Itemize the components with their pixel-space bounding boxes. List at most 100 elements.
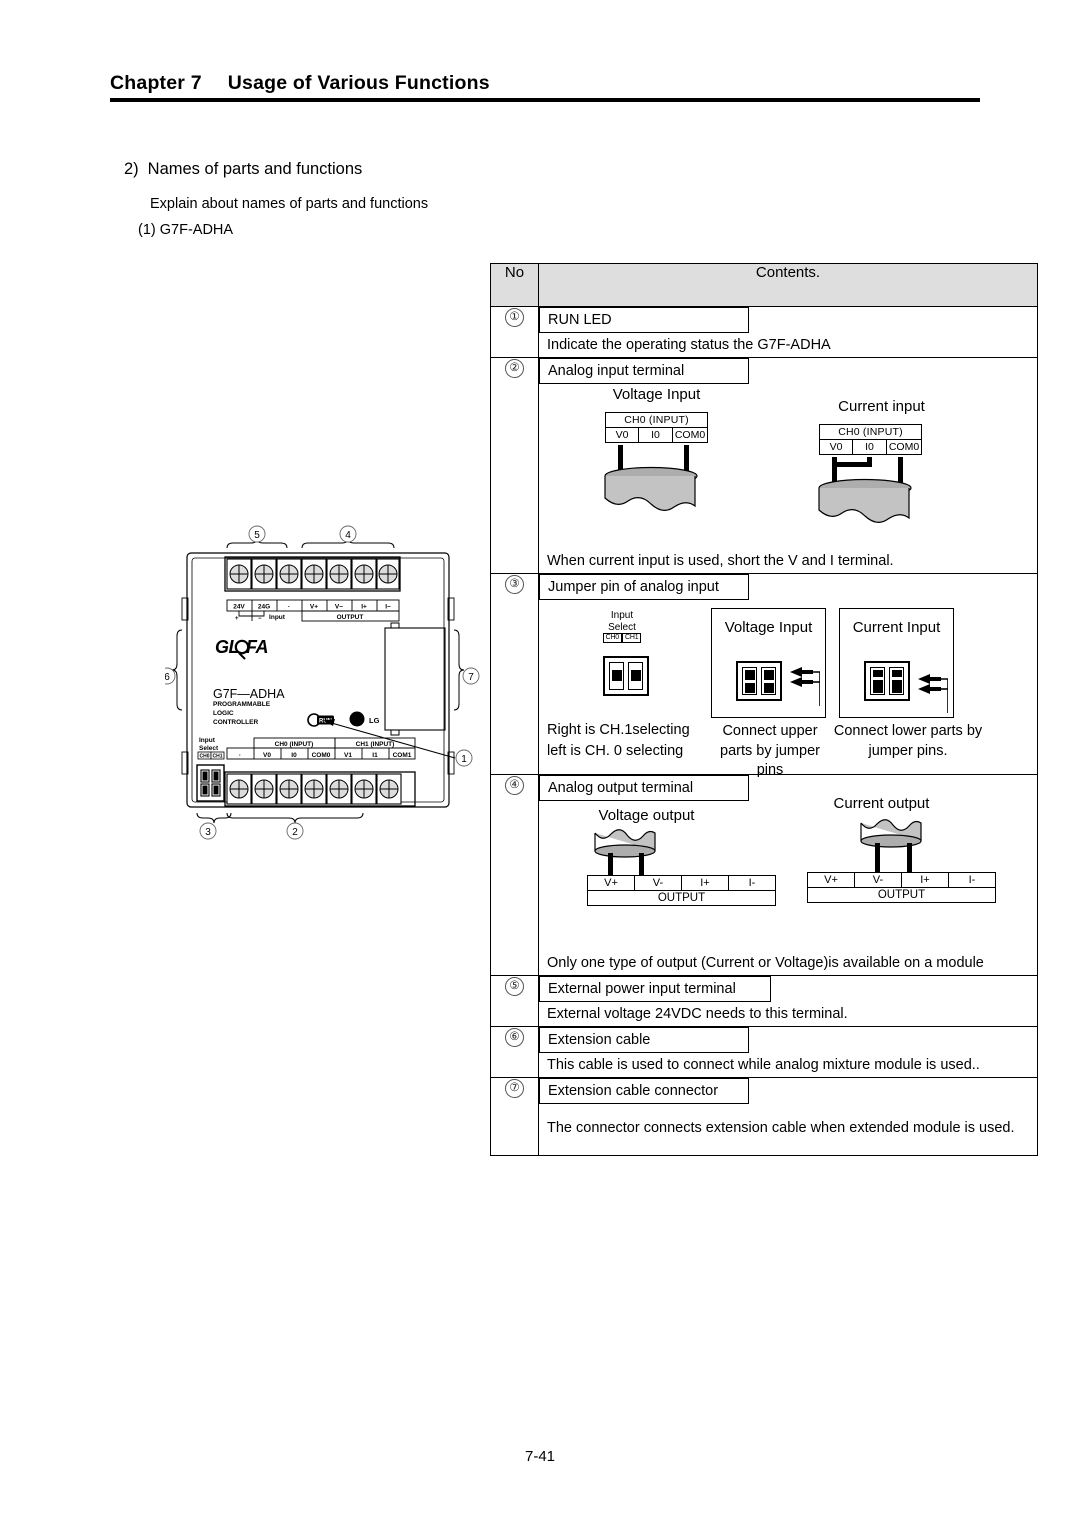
- output-cell-iminus: I-: [968, 874, 976, 886]
- output-cell-vminus: V-: [635, 876, 682, 890]
- terminal-block-voltage: CH0 (INPUT) V0 I0 COM0: [605, 412, 708, 443]
- row-number-7: ⑦: [490, 1077, 539, 1156]
- jumper-block-current: [864, 661, 910, 701]
- svg-text:I−: I−: [385, 604, 391, 611]
- header-no: No: [490, 263, 539, 307]
- section-number: 2): [124, 160, 139, 178]
- output-label: OUTPUT: [657, 892, 706, 904]
- svg-text:I1: I1: [372, 752, 378, 759]
- wire-iminus: [907, 843, 912, 875]
- row-title: Extension cable: [539, 1027, 749, 1053]
- jumper-pin: [742, 667, 757, 695]
- desc-mid-line1: Connect upper: [722, 723, 818, 739]
- desc-left-line1: Right is CH.1selecting: [547, 722, 690, 738]
- jumper-pin: [870, 667, 885, 695]
- row-title: External power input terminal: [539, 976, 771, 1002]
- terminal-cell-i0: I0: [639, 428, 673, 442]
- svg-text:V−: V−: [335, 604, 343, 611]
- svg-text:4: 4: [345, 530, 351, 541]
- terminal-cell-v0: V0: [606, 428, 639, 442]
- svg-text:24G: 24G: [258, 604, 270, 611]
- row-desc: Only one type of output (Current or Volt…: [547, 955, 984, 971]
- row-desc: When current input is used, short the V …: [547, 553, 894, 569]
- svg-text:PROGRAMMABLE: PROGRAMMABLE: [213, 701, 271, 708]
- row-number-3: ③: [490, 573, 539, 775]
- svg-text:·: ·: [288, 604, 290, 611]
- svg-text:·: ·: [239, 752, 241, 759]
- page-number: 7-41: [524, 1448, 556, 1465]
- jumper-block-select: [603, 656, 649, 696]
- row-number-6: ⑥: [490, 1026, 539, 1078]
- jumper-pin: [609, 662, 624, 690]
- circled-number: ②: [505, 359, 524, 378]
- row-content-5: External power input terminal External v…: [538, 975, 1038, 1027]
- desc-right-line2: jumper pins.: [868, 742, 948, 759]
- svg-text:6: 6: [165, 672, 170, 683]
- row-number-2: ②: [490, 357, 539, 574]
- output-cell-iplus: I+: [682, 876, 729, 890]
- parts-functions-table: No Contents. ① RUN LED Indicate the oper…: [490, 263, 1038, 1156]
- row-desc: The connector connects extension cable w…: [547, 1120, 1015, 1136]
- wire-iplus: [875, 843, 880, 875]
- circled-number: ⑥: [505, 1028, 524, 1047]
- svg-text:FA: FA: [246, 637, 268, 657]
- row-content-1: RUN LED Indicate the operating status th…: [538, 306, 1038, 358]
- voltage-input-box: Voltage Input: [711, 608, 826, 718]
- svg-text:7: 7: [468, 672, 474, 683]
- row-title: Extension cable connector: [539, 1078, 749, 1104]
- row-desc: External voltage 24VDC needs to this ter…: [547, 1006, 848, 1022]
- current-input-box: Current Input: [839, 608, 954, 718]
- jumper-arrows-voltage: [790, 667, 820, 706]
- jumper-pin: [889, 667, 904, 695]
- header-contents: Contents.: [538, 263, 1038, 307]
- row-title: Analog input terminal: [539, 358, 749, 384]
- output-cell-vplus: V+: [808, 873, 855, 887]
- row-number-4: ④: [490, 774, 539, 976]
- page-footer: 7-41: [0, 1448, 1080, 1465]
- svg-text:OUTPUT: OUTPUT: [337, 614, 364, 621]
- desc-mid-line3: pins: [756, 762, 784, 779]
- row-title: Jumper pin of analog input: [539, 574, 749, 600]
- row-desc: Indicate the operating status the G7F-AD…: [547, 337, 831, 353]
- circled-number: ①: [505, 308, 524, 327]
- caption-current-input: Current input: [838, 398, 925, 415]
- row-content-2: Analog input terminal Voltage Input CH0 …: [538, 357, 1038, 574]
- sensor-body-voltage: [604, 466, 698, 511]
- svg-text:1: 1: [461, 754, 467, 765]
- circled-number: ⑤: [505, 977, 524, 996]
- svg-text:COM1: COM1: [393, 752, 412, 759]
- terminal-cell-com0: COM0: [888, 441, 920, 453]
- module-illustration: 24V 24G · V+ V− I+ I− OUTPUT Input + − GL FA G…: [165, 520, 505, 865]
- input-select-line1: Input: [610, 610, 634, 621]
- row-content-4: Analog output terminal Voltage output V+…: [538, 774, 1038, 976]
- svg-text:5: 5: [254, 530, 260, 541]
- row-number-5: ⑤: [490, 975, 539, 1027]
- svg-text:3: 3: [205, 827, 211, 838]
- svg-text:−: −: [258, 616, 262, 622]
- output-cell-vplus: V+: [588, 876, 635, 890]
- terminal-cell-com0: COM0: [674, 429, 706, 441]
- desc-right-line1: Connect lower parts by: [833, 723, 983, 739]
- svg-text:LOGIC: LOGIC: [213, 710, 234, 717]
- svg-text:CH0 (INPUT): CH0 (INPUT): [275, 741, 314, 748]
- short-link-right: [867, 457, 872, 465]
- box-label-voltage: Voltage Input: [724, 619, 813, 636]
- terminal-header: CH0 (INPUT): [606, 413, 707, 428]
- svg-text:I+: I+: [361, 604, 367, 611]
- svg-text:I0: I0: [291, 752, 297, 759]
- svg-text:Select: Select: [199, 745, 219, 752]
- row-content-6: Extension cable This cable is used to co…: [538, 1026, 1038, 1078]
- sensor-body-voltage-out: [594, 829, 656, 858]
- output-terminal-current: V+ V- I+ I- OUTPUT: [807, 872, 996, 903]
- svg-text:LG: LG: [369, 716, 380, 725]
- desc-left-line2: left is CH. 0 selecting: [547, 743, 684, 759]
- circled-number: ④: [505, 776, 524, 795]
- svg-text:V1: V1: [344, 752, 352, 759]
- table-row: ② Analog input terminal Voltage Input CH…: [490, 357, 1038, 574]
- select-ch0-label: CH0: [602, 633, 622, 644]
- caption-current-output: Current output: [833, 795, 930, 812]
- header-rule: [110, 98, 980, 102]
- table-row: ⑥ Extension cable This cable is used to …: [490, 1026, 1038, 1078]
- svg-text:24V: 24V: [233, 604, 245, 611]
- row-content-7: Extension cable connector The connector …: [538, 1077, 1038, 1156]
